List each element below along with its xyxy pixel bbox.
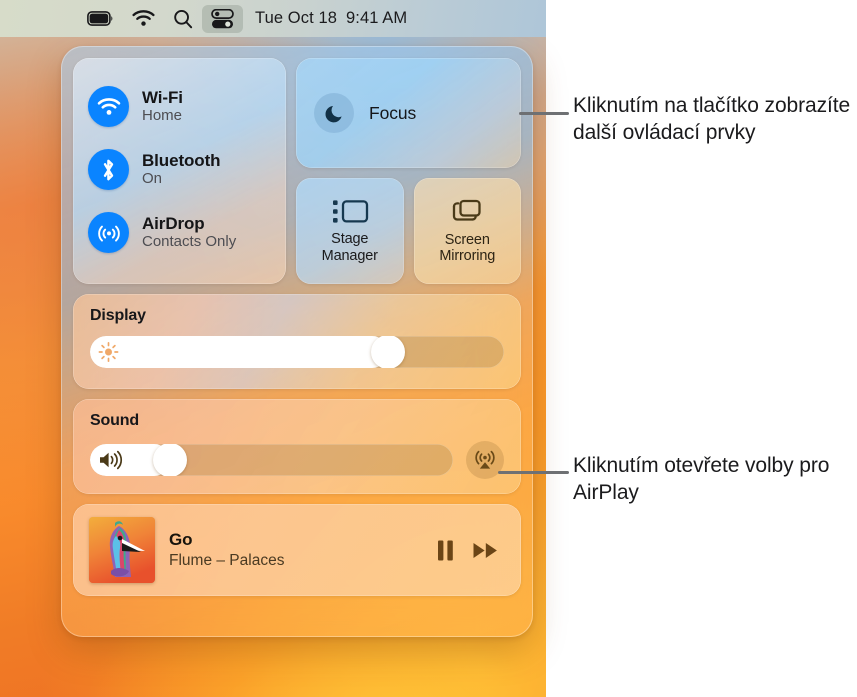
battery-icon [87,11,114,26]
screen-mirroring-tile[interactable]: Screen Mirroring [413,178,521,284]
spotlight-search-icon [173,9,193,29]
screen-mirroring-label-line2: Mirroring [439,248,496,264]
stage-manager-label-line2: Manager [321,247,378,264]
stage-manager-label: Stage Manager [322,231,378,263]
display-card: Display [73,294,521,389]
wifi-status-item[interactable] [123,5,164,33]
menu-bar-time: 9:41 AM [346,9,408,27]
sound-slider-knob[interactable] [152,444,187,476]
sound-title: Sound [90,412,140,429]
wifi-icon [132,10,155,27]
airdrop-status: Contacts Only [142,233,237,251]
bluetooth-control[interactable]: Bluetooth On [73,138,286,201]
bluetooth-title: Bluetooth [142,151,221,171]
control-center-tiles: Stage Manager Screen Mirroring [296,178,521,284]
menu-bar: Tue Oct 18 9:41 AM [0,0,546,37]
display-slider-knob[interactable] [371,336,406,368]
wifi-text: Wi-Fi Home [142,88,183,125]
callout-airplay: Kliknutím otevřete volby pro AirPlay [573,454,830,505]
now-playing-controls [436,539,505,562]
display-title: Display [90,307,146,324]
airdrop-title: AirDrop [142,214,205,234]
control-center-icon [211,8,234,29]
menu-bar-clock[interactable]: Tue Oct 18 9:41 AM [243,9,407,28]
display-slider-row [90,336,504,368]
focus-icon-background [314,93,354,133]
screen-mirroring-label-line1: Screen [444,231,490,248]
bluetooth-text: Bluetooth On [142,151,221,188]
sound-slider-row [90,441,504,479]
stage-manager-label-line1: Stage [331,231,369,248]
stage-manager-tile[interactable]: Stage Manager [296,178,404,284]
wifi-status: Home [142,107,183,125]
battery-status-item[interactable] [78,5,123,33]
now-playing-card[interactable]: Go Flume – Palaces [73,504,521,596]
fast-forward-button[interactable] [472,540,499,561]
display-slider-fill [90,336,389,368]
airplay-audio-icon [473,448,497,472]
callout-focus: Kliknutím na tlačítko zobrazíte další ov… [573,94,851,145]
sound-volume-slider[interactable] [90,444,453,476]
control-center-top-row: Wi-Fi Home Bluetooth On AirDrop Contacts… [73,58,521,284]
callout-leader-line-focus [519,112,569,115]
control-center-right-column: Focus Stage Manager Screen Mirroring [296,58,521,284]
screenshot-root: Tue Oct 18 9:41 AM Wi-Fi Home Bluetooth … [0,0,857,697]
album-art [89,517,155,583]
focus-label: Focus [369,102,417,123]
callout-leader-line-airplay [498,471,569,474]
pause-icon [436,539,455,562]
control-center-panel: Wi-Fi Home Bluetooth On AirDrop Contacts… [61,46,533,637]
menu-bar-date: Tue Oct 18 [255,9,338,27]
bluetooth-status: On [142,170,163,188]
sound-card: Sound [73,399,521,494]
bluetooth-icon [88,149,129,190]
screen-mirroring-label: Screen Mirroring [439,232,495,264]
control-center-menu-item[interactable] [202,4,243,33]
stage-manager-icon [331,198,369,225]
now-playing-title: Go [169,530,193,550]
wifi-title: Wi-Fi [142,88,183,108]
now-playing-text: Go Flume – Palaces [169,530,422,569]
display-brightness-slider[interactable] [90,336,504,368]
focus-control[interactable]: Focus [296,58,521,168]
wifi-icon [88,86,129,127]
airdrop-control[interactable]: AirDrop Contacts Only [73,201,286,264]
now-playing-subtitle: Flume – Palaces [169,551,285,569]
wifi-control[interactable]: Wi-Fi Home [73,75,286,138]
spotlight-search-item[interactable] [164,5,202,33]
connectivity-card: Wi-Fi Home Bluetooth On AirDrop Contacts… [73,58,286,284]
airdrop-text: AirDrop Contacts Only [142,214,236,251]
fast-forward-icon [472,540,499,561]
moon-icon [324,103,345,124]
screen-mirroring-icon [451,198,483,226]
airdrop-icon [88,212,129,253]
pause-button[interactable] [436,539,455,562]
